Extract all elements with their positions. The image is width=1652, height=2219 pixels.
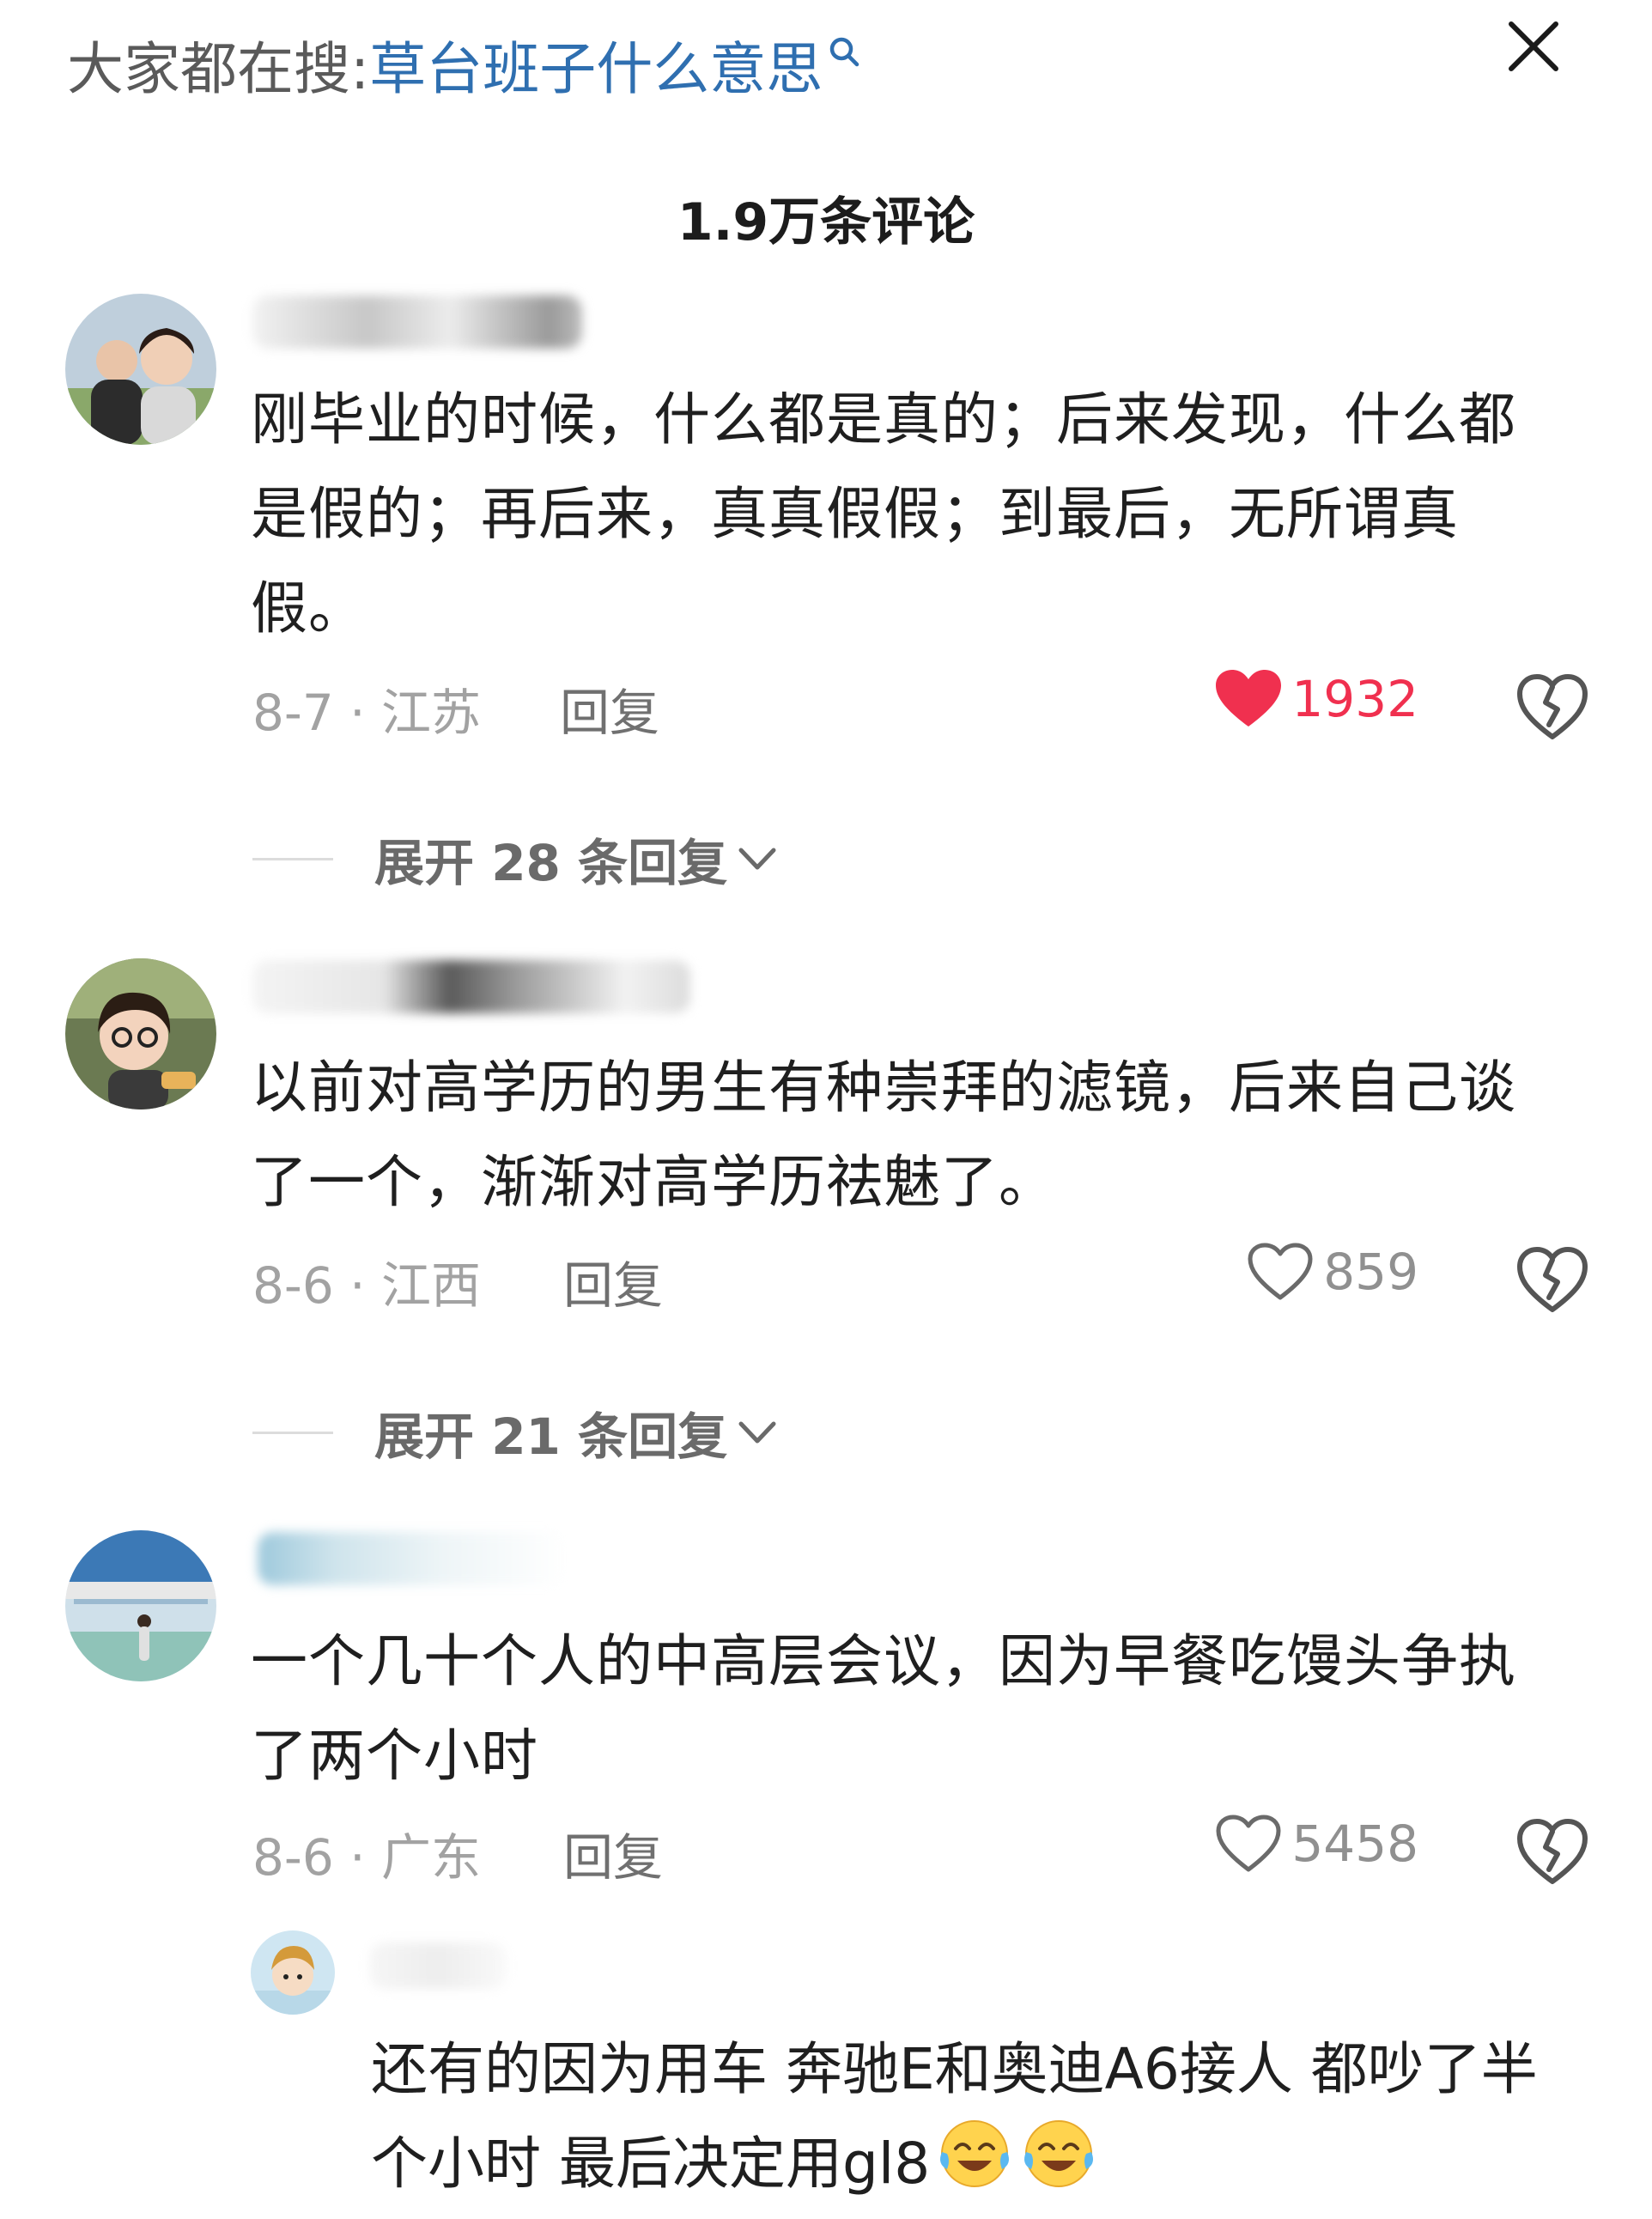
search-icon <box>828 17 862 83</box>
search-suggestion-bar[interactable]: 大家都在搜: 草台班子什么意思 <box>67 26 862 103</box>
comment-text: 刚毕业的时候，什么都是真的；后来发现，什么都是假的；再后来，真真假假；到最后，无… <box>251 386 1516 641</box>
expand-replies-label: 展开 28 条回复 <box>374 834 728 892</box>
reply-button[interactable]: 回复 <box>563 1245 663 1317</box>
like-count: 859 <box>1323 1243 1418 1301</box>
broken-heart-icon <box>1517 674 1588 739</box>
search-suggestion-prefix: 大家都在搜: <box>67 36 370 102</box>
dislike-button[interactable] <box>1515 1241 1590 1316</box>
broken-heart-icon <box>1517 1819 1588 1884</box>
close-icon <box>1509 21 1558 71</box>
like-count: 5458 <box>1291 1815 1418 1873</box>
avatar[interactable] <box>65 1530 216 1681</box>
like-button[interactable]: 859 <box>1127 1241 1418 1303</box>
like-count: 1932 <box>1291 670 1418 728</box>
comment-date-location: 8-7 · 江苏 <box>252 684 482 742</box>
heart-outline-icon <box>1216 1815 1281 1872</box>
username-blurred[interactable] <box>252 295 582 349</box>
search-suggestion-term[interactable]: 草台班子什么意思 <box>369 23 823 106</box>
reply-button[interactable]: 回复 <box>560 672 659 745</box>
avatar[interactable] <box>251 1930 335 2015</box>
dislike-button[interactable] <box>1515 1813 1590 1888</box>
comment-text: 以前对高学历的男生有种崇拜的滤镜，后来自己谈了一个，渐渐对高学历祛魅了。 <box>251 1055 1516 1215</box>
divider-line <box>252 857 333 860</box>
chevron-down-icon <box>738 848 776 870</box>
username-blurred[interactable] <box>369 1942 507 1989</box>
expand-replies-button[interactable]: 展开 28 条回复 <box>252 823 779 895</box>
chevron-down-icon <box>738 1421 776 1444</box>
comment-text: 一个几十个人的中高层会议，因为早餐吃馒头争执了两个小时 <box>251 1628 1516 1789</box>
avatar[interactable] <box>65 958 216 1110</box>
like-button[interactable]: 1932 <box>1127 668 1418 730</box>
reply-text-container: 还有的因为用车 奔驰E和奥迪A6接人 都吵了半个小时 最后决定用gl8 <box>371 2023 1573 2219</box>
expand-replies-label: 展开 21 条回复 <box>374 1407 728 1466</box>
dislike-button[interactable] <box>1515 668 1590 744</box>
divider-line <box>252 1431 333 1434</box>
reply-button[interactable]: 回复 <box>563 1817 663 1889</box>
username-blurred[interactable] <box>252 960 690 1013</box>
expand-replies-button[interactable]: 展开 21 条回复 <box>252 1396 779 1468</box>
crying-laughing-emoji-icon <box>1019 2116 1098 2219</box>
avatar[interactable] <box>65 294 216 445</box>
close-button[interactable] <box>1503 15 1564 77</box>
comment-date-location: 8-6 · 江西 <box>252 1256 482 1315</box>
crying-laughing-emoji-icon <box>935 2116 1014 2219</box>
comment-count-title: 1.9万条评论 <box>677 192 975 252</box>
username-blurred[interactable] <box>258 1532 567 1585</box>
broken-heart-icon <box>1517 1247 1588 1312</box>
comment-date-location: 8-6 · 广东 <box>252 1828 482 1887</box>
heart-filled-icon <box>1216 670 1282 726</box>
heart-outline-icon <box>1248 1243 1313 1300</box>
like-button[interactable]: 5458 <box>1127 1813 1418 1875</box>
